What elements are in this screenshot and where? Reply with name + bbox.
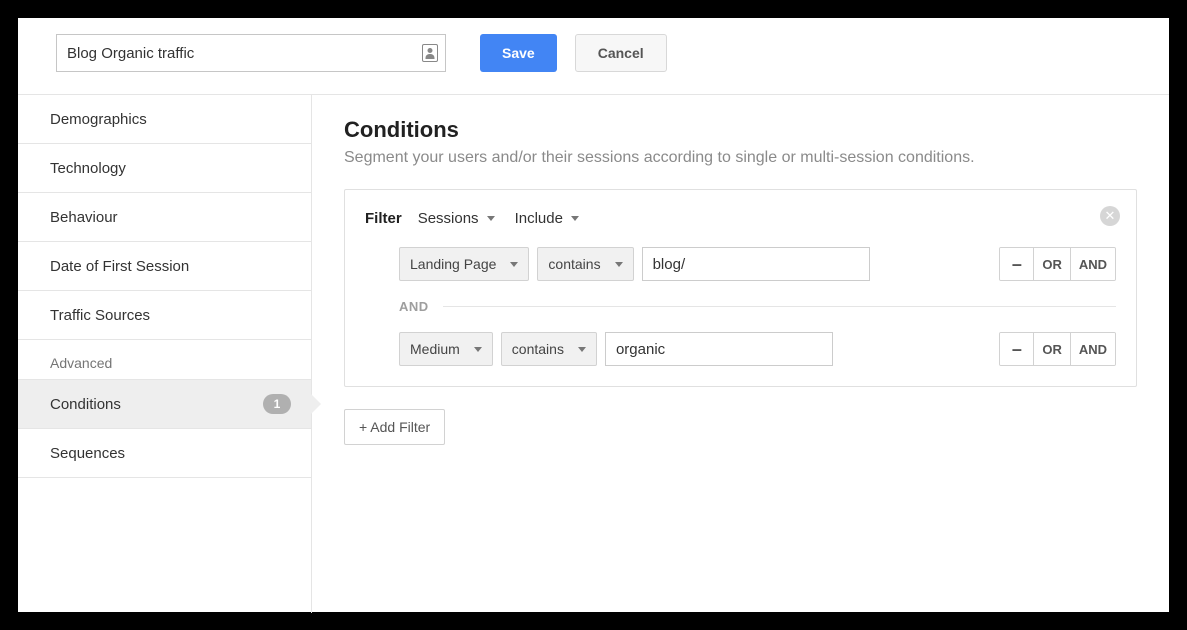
rule-ops: – OR AND (999, 247, 1116, 281)
dimension-dropdown[interactable]: Medium (399, 332, 493, 366)
remove-filter-button[interactable]: ✕ (1100, 206, 1120, 226)
sidebar-item-label: Demographics (50, 111, 147, 128)
divider-line (443, 306, 1116, 307)
filter-header: Filter Sessions Include (365, 208, 1116, 229)
operator-dropdown[interactable]: contains (537, 247, 633, 281)
or-button[interactable]: OR (1034, 333, 1071, 365)
rule-value-input[interactable] (642, 247, 870, 281)
sidebar-item-date-first-session[interactable]: Date of First Session (18, 242, 311, 291)
sidebar-item-behaviour[interactable]: Behaviour (18, 193, 311, 242)
operator-dropdown[interactable]: contains (501, 332, 597, 366)
filter-mode-dropdown[interactable]: Include (511, 208, 583, 229)
rule-row: Landing Page contains – OR AND (365, 247, 1116, 281)
segment-sidebar: Demographics Technology Behaviour Date o… (18, 95, 312, 613)
main-panel: Conditions Segment your users and/or the… (312, 95, 1169, 613)
cancel-button[interactable]: Cancel (575, 34, 667, 72)
sidebar-item-label: Behaviour (50, 209, 118, 226)
segment-name-field-wrap (56, 34, 446, 72)
save-button[interactable]: Save (480, 34, 557, 72)
sidebar-item-label: Technology (50, 160, 126, 177)
sidebar-heading-label: Advanced (50, 355, 112, 371)
and-divider: AND (365, 281, 1116, 332)
sidebar-item-label: Conditions (50, 396, 121, 413)
panel-title: Conditions (344, 117, 1137, 143)
filter-scope-dropdown[interactable]: Sessions (414, 208, 499, 229)
sidebar-heading-advanced: Advanced (18, 340, 311, 380)
panel-subtitle: Segment your users and/or their sessions… (344, 149, 1137, 167)
sidebar-item-demographics[interactable]: Demographics (18, 95, 311, 144)
chevron-down-icon (474, 347, 482, 352)
filter-label: Filter (365, 210, 402, 227)
operator-value: contains (548, 256, 600, 272)
and-button[interactable]: AND (1071, 333, 1115, 365)
operator-value: contains (512, 341, 564, 357)
filter-scope-value: Sessions (418, 210, 479, 227)
dimension-value: Medium (410, 341, 460, 357)
sidebar-item-traffic-sources[interactable]: Traffic Sources (18, 291, 311, 340)
sidebar-item-label: Date of First Session (50, 258, 189, 275)
sidebar-item-label: Sequences (50, 445, 125, 462)
dimension-dropdown[interactable]: Landing Page (399, 247, 529, 281)
close-icon: ✕ (1105, 208, 1116, 224)
top-bar: Save Cancel (18, 18, 1169, 94)
person-card-icon (422, 44, 438, 62)
filter-box: ✕ Filter Sessions Include (344, 189, 1137, 387)
chevron-down-icon (510, 262, 518, 267)
dimension-value: Landing Page (410, 256, 496, 272)
chevron-down-icon (578, 347, 586, 352)
add-filter-button[interactable]: + Add Filter (344, 409, 445, 445)
segment-name-input[interactable] (56, 34, 446, 72)
rule-row: Medium contains – OR AND (365, 332, 1116, 366)
and-label: AND (399, 299, 429, 314)
and-button[interactable]: AND (1071, 248, 1115, 280)
chevron-down-icon (571, 216, 579, 221)
chevron-down-icon (487, 216, 495, 221)
filter-mode-value: Include (515, 210, 563, 227)
conditions-count-badge: 1 (263, 394, 291, 414)
remove-rule-button[interactable]: – (1000, 248, 1034, 280)
chevron-down-icon (615, 262, 623, 267)
sidebar-item-sequences[interactable]: Sequences (18, 429, 311, 478)
rule-ops: – OR AND (999, 332, 1116, 366)
or-button[interactable]: OR (1034, 248, 1071, 280)
sidebar-item-technology[interactable]: Technology (18, 144, 311, 193)
sidebar-item-label: Traffic Sources (50, 307, 150, 324)
rule-value-input[interactable] (605, 332, 833, 366)
sidebar-item-conditions[interactable]: Conditions 1 (18, 380, 311, 429)
remove-rule-button[interactable]: – (1000, 333, 1034, 365)
